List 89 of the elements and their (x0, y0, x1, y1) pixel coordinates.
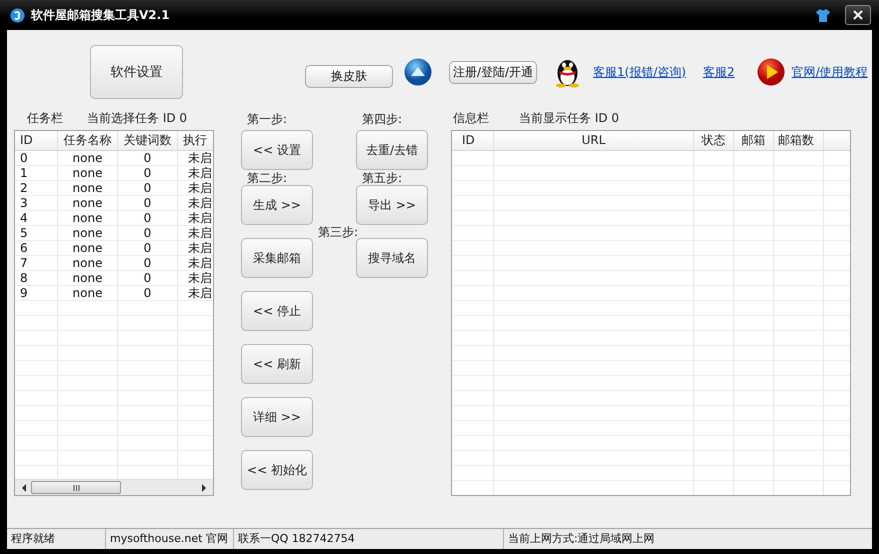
close-button[interactable] (845, 5, 871, 25)
table-cell: 未启 (178, 241, 213, 256)
step-button[interactable]: << 停止 (241, 291, 313, 331)
step-button[interactable]: << 刷新 (241, 344, 313, 384)
step-caption: 第二步: (247, 171, 288, 185)
link[interactable]: 客服2 (703, 64, 735, 80)
table-cell: 未启 (178, 226, 213, 241)
table-cell: none (58, 226, 118, 241)
table-cell: 9 (15, 286, 58, 301)
close-icon (853, 10, 863, 20)
step-caption: 第五步: (362, 171, 402, 185)
status-text: 当前上网方式:通过局域网上网 (503, 529, 872, 549)
panel-title: 信息栏 (453, 110, 489, 126)
table-cell: 0 (118, 286, 178, 301)
table-cell: 未启 (178, 256, 213, 271)
table-cell: none (58, 211, 118, 226)
horizontal-scrollbar[interactable] (15, 479, 213, 495)
table-cell: 0 (118, 211, 178, 226)
step-button[interactable]: 去重/去错 (356, 130, 428, 170)
link[interactable]: 客服1(报错/咨询) (593, 64, 686, 80)
status-text: mysofthouse.net 官网 (105, 529, 233, 549)
current-task-label: 当前选择任务 ID 0 (87, 110, 188, 126)
table-cell: 5 (15, 226, 58, 241)
table-cell: 0 (15, 151, 58, 166)
table-cell: none (58, 286, 118, 301)
table-cell: 0 (118, 256, 178, 271)
step-button[interactable]: << 初始化 (241, 450, 313, 490)
table-cell: none (58, 271, 118, 286)
table-cell: 未启 (178, 271, 213, 286)
table-cell: 0 (118, 271, 178, 286)
column-header[interactable]: ID (452, 131, 494, 150)
table-cell: 0 (118, 241, 178, 256)
skin-button[interactable]: 换皮肤 (305, 64, 393, 88)
table-cell: 3 (15, 196, 58, 211)
table-cell: 2 (15, 181, 58, 196)
table-cell: 未启 (178, 166, 213, 181)
step-button[interactable]: 导出 >> (356, 185, 428, 225)
table-cell: none (58, 256, 118, 271)
left-arrow-icon[interactable] (21, 484, 27, 492)
register-button[interactable]: 注册/登陆/开通 (449, 60, 537, 84)
app-icon (10, 8, 25, 22)
window-title: 软件屋邮箱搜集工具V2.1 (31, 6, 171, 24)
column-header[interactable]: 任务名称 (58, 131, 118, 150)
table-cell: 未启 (178, 181, 213, 196)
table-cell: 1 (15, 166, 58, 181)
column-header[interactable]: 邮箱数 (774, 131, 824, 150)
column-header[interactable]: 状态 (694, 131, 734, 150)
column-header[interactable]: ID (15, 131, 58, 150)
step-caption: 第一步: (247, 112, 288, 126)
table-cell: none (58, 196, 118, 211)
table-cell: 0 (118, 226, 178, 241)
table-cell: none (58, 241, 118, 256)
play-icon[interactable] (756, 58, 785, 86)
globe-icon[interactable] (404, 58, 432, 86)
table-cell: 0 (118, 196, 178, 211)
table-cell: 未启 (178, 211, 213, 226)
table-cell: 4 (15, 211, 58, 226)
table-cell: 0 (118, 181, 178, 196)
table-cell: 6 (15, 241, 58, 256)
table-cell: 未启 (178, 151, 213, 166)
table-cell: 7 (15, 256, 58, 271)
scroll-thumb[interactable] (31, 481, 121, 494)
table-cell: 未启 (178, 196, 213, 211)
column-header[interactable]: 关键词数 (118, 131, 178, 150)
table-cell: none (58, 181, 118, 196)
column-header[interactable]: 邮箱 (734, 131, 774, 150)
table-cell: 8 (15, 271, 58, 286)
column-header[interactable]: URL (494, 131, 694, 150)
column-header[interactable]: 执行 (178, 131, 213, 150)
settings-button[interactable]: 软件设置 (90, 45, 183, 99)
link[interactable]: 官网/使用教程 (792, 64, 868, 80)
step-button[interactable]: 搜寻域名 (356, 238, 428, 278)
step-caption: 第四步: (362, 112, 402, 126)
table-cell: none (58, 151, 118, 166)
right-arrow-icon[interactable] (201, 484, 207, 492)
step-button[interactable]: 详细 >> (241, 397, 313, 437)
table-cell: 0 (118, 151, 178, 166)
step-button[interactable]: 生成 >> (241, 185, 313, 225)
panel-title: 任务栏 (27, 110, 63, 126)
step-button[interactable]: 采集邮箱 (241, 238, 313, 278)
step-caption: 第三步: (318, 225, 358, 239)
table-cell: 未启 (178, 286, 213, 301)
table-cell: 0 (118, 166, 178, 181)
shirt-icon[interactable] (815, 8, 831, 22)
current-task-label: 当前显示任务 ID 0 (519, 110, 620, 126)
status-text: 程序就绪 (10, 531, 56, 547)
table-cell: none (58, 166, 118, 181)
step-button[interactable]: << 设置 (241, 130, 313, 170)
status-text: 联系一QQ 182742754 (233, 529, 503, 549)
